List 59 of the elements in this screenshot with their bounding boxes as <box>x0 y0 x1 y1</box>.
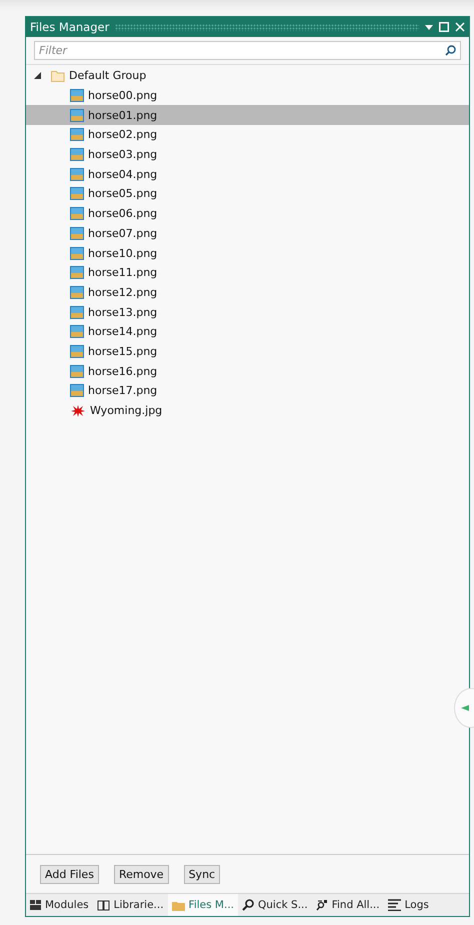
book-icon <box>96 900 110 910</box>
action-button[interactable]: Add Files <box>40 864 99 884</box>
action-button[interactable]: Sync <box>184 864 220 884</box>
panel-tab[interactable]: Files M... <box>168 894 238 916</box>
action-button[interactable]: Remove <box>114 864 169 884</box>
tree-item[interactable]: horse15.png <box>26 342 469 362</box>
tree-item[interactable]: horse10.png <box>26 243 469 263</box>
panel-tab[interactable]: Librarie... <box>92 894 168 916</box>
tree-item[interactable]: horse06.png <box>26 204 469 224</box>
tree-item[interactable]: horse00.png <box>26 86 469 106</box>
image-file-icon <box>70 148 84 162</box>
arrow-left-icon <box>461 705 469 711</box>
image-file-icon <box>70 128 84 142</box>
close-icon[interactable] <box>455 22 465 32</box>
image-file-icon <box>70 89 84 102</box>
tree-item[interactable]: horse17.png <box>26 381 469 401</box>
image-file-icon <box>70 364 84 378</box>
folder-icon <box>172 900 185 910</box>
image-file-icon <box>70 384 84 398</box>
tree-item[interactable]: horse02.png <box>26 125 469 145</box>
tree-item[interactable]: horse03.png <box>26 144 469 164</box>
tree-item[interactable]: horse11.png <box>26 262 469 283</box>
tree-item[interactable]: horse04.png <box>26 164 469 184</box>
tree-item[interactable]: horse07.png <box>26 224 469 244</box>
splat-icon <box>70 404 86 418</box>
image-file-icon <box>70 226 84 240</box>
tree-item[interactable]: horse13.png <box>26 302 469 322</box>
image-file-icon <box>70 207 84 220</box>
tree-item[interactable]: Wyoming.jpg <box>26 400 469 420</box>
grid-icon <box>30 900 41 910</box>
image-file-icon <box>70 246 84 260</box>
tree-item[interactable]: horse16.png <box>26 361 469 381</box>
image-file-icon <box>70 266 84 280</box>
panel-tab[interactable]: Modules <box>26 894 93 916</box>
maximize-icon[interactable] <box>439 22 449 32</box>
expand-arrow-icon[interactable] <box>34 72 41 80</box>
filter-field[interactable]: Filter <box>34 41 461 60</box>
tree-item[interactable]: horse14.png <box>26 322 469 342</box>
search-icon <box>242 899 254 911</box>
lines-icon <box>388 899 401 911</box>
tree-item[interactable]: horse01.png <box>26 105 469 126</box>
window-title: Files Manager <box>30 20 110 34</box>
panel-tab[interactable]: Find All... <box>312 894 384 916</box>
image-file-icon <box>70 344 84 358</box>
image-file-icon <box>70 325 84 338</box>
tree-item[interactable]: Default Group <box>69 69 146 82</box>
image-file-icon <box>70 187 84 200</box>
dropdown-icon[interactable] <box>425 24 433 30</box>
panel-tab[interactable]: Logs <box>384 894 433 916</box>
panel-tab[interactable]: Quick S... <box>238 894 312 916</box>
image-file-icon <box>70 306 84 319</box>
search-icon[interactable] <box>445 45 456 56</box>
folder-icon <box>51 70 65 82</box>
image-file-icon <box>70 168 84 181</box>
find-icon <box>316 899 328 911</box>
image-file-icon <box>70 286 84 299</box>
tree-item[interactable]: horse05.png <box>26 184 469 204</box>
tree-item[interactable]: horse12.png <box>26 282 469 302</box>
image-file-icon <box>70 108 84 122</box>
